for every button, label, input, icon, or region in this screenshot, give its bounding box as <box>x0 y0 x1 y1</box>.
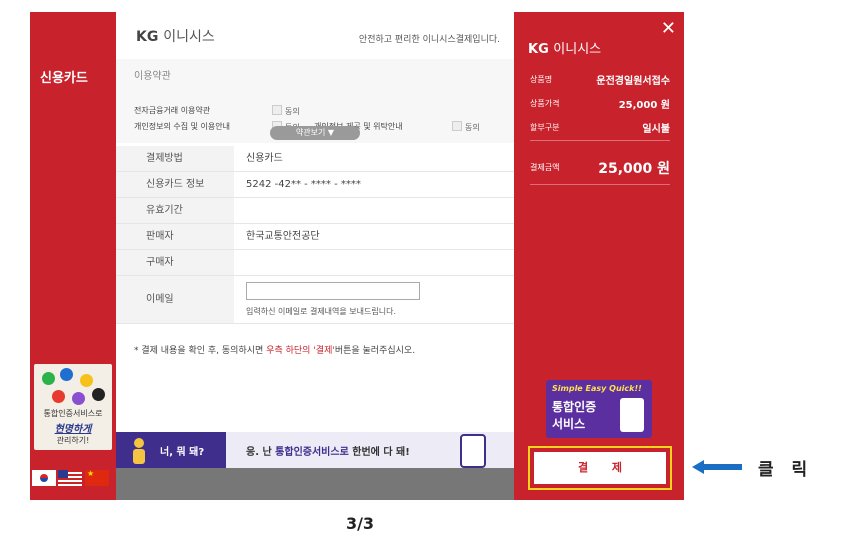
simple-ad-line3: 서비스 <box>552 417 586 431</box>
cert-ad-line2: 현명하게 <box>54 424 92 435</box>
bottom-bar <box>116 468 514 500</box>
close-icon[interactable]: ✕ <box>661 18 676 39</box>
simple-cert-ad[interactable]: Simple Easy Quick!! 통합인증 서비스 <box>546 380 652 438</box>
cert-ad-line1: 통합인증서비스로 <box>43 409 103 418</box>
kr-flag-icon[interactable] <box>32 470 56 486</box>
view-terms-button[interactable]: 약관보기 ▼ <box>270 126 360 140</box>
email-label: 이메일 <box>116 276 234 323</box>
row-label: 유효기간 <box>116 198 234 223</box>
header-tagline: 안전하고 편리한 이니시스결제입니다. <box>358 35 500 45</box>
row-value: 한국교통안전공단 <box>246 231 320 242</box>
cert-service-icons <box>40 368 106 408</box>
price-row: 상품가격 25,000 원 <box>530 99 670 111</box>
row-value: 5242 -42** - **** - **** <box>246 179 361 190</box>
table-row: 유효기간 <box>116 198 514 224</box>
pay-button[interactable]: 결 제 <box>534 452 666 484</box>
person-icon <box>133 438 145 464</box>
term-privacy-collect: 개인정보의 수집 및 이용안내 <box>134 122 230 131</box>
email-input[interactable] <box>246 282 420 300</box>
page-indicator: 3/3 <box>345 514 375 533</box>
table-row: 판매자 한국교통안전공단 <box>116 224 514 250</box>
table-row-email: 이메일 입력하신 이메일로 결제내역을 보내드립니다. <box>116 276 514 324</box>
table-row: 신용카드 정보 5242 -42** - **** - **** <box>116 172 514 198</box>
brand-logo: KG 이니시스 <box>136 29 215 45</box>
term-ecommerce: 전자금융거래 이용약관 <box>134 106 211 115</box>
simple-ad-line2: 통합인증 <box>552 400 597 414</box>
row-value: 신용카드 <box>246 153 283 164</box>
agree-checkbox-ecommerce[interactable]: 동의 <box>272 105 300 117</box>
order-summary-panel: ✕ KG 이니시스 상품명 운전경일원서접수 상품가격 25,000 원 할부구분 일… <box>514 12 684 500</box>
email-note: 입력하신 이메일로 결제내역을 보내드립니다. <box>246 307 397 316</box>
product-row: 상품명 운전경일원서접수 <box>530 75 670 87</box>
us-flag-icon[interactable] <box>58 470 82 486</box>
installment-row: 할부구분 일시불 <box>530 123 670 135</box>
payment-info-table: 결제방법 신용카드 신용카드 정보 5242 -42** - **** - **… <box>116 146 514 324</box>
click-annotation: 클 릭 <box>758 460 814 480</box>
summary-divider <box>530 140 670 141</box>
simple-ad-line1: Simple Easy Quick!! <box>552 384 642 393</box>
row-label: 신용카드 정보 <box>116 172 234 197</box>
terms-title: 이용약관 <box>134 71 171 82</box>
phone-icon <box>620 398 644 432</box>
banner-left: 너, 뭐 돼? <box>116 432 226 468</box>
banner-right-text: 응. 난 통합인증서비스로 한번에 다 돼! <box>246 447 410 458</box>
total-row: 결제금액 25,000 원 <box>530 161 670 177</box>
agree-checkbox-privacy-provide[interactable]: 동의 <box>452 121 480 133</box>
table-row: 구매자 <box>116 250 514 276</box>
cert-service-ad[interactable]: 통합인증서비스로 현명하게 관리하기! <box>34 364 112 450</box>
summary-brand-logo: KG 이니시스 <box>528 42 602 57</box>
payment-form: KG 이니시스 안전하고 편리한 이니시스결제입니다. 이용약관 전자금융거래 … <box>116 12 514 500</box>
language-selector <box>30 467 116 487</box>
banner-left-text: 너, 뭐 돼? <box>160 447 205 458</box>
summary-divider <box>530 184 670 185</box>
table-row: 결제방법 신용카드 <box>116 146 514 172</box>
phone-icon <box>460 434 486 468</box>
payment-notice: * 결제 내용을 확인 후, 동의하시면 우측 하단의 '결제'버튼을 눌러주십… <box>134 346 416 356</box>
left-panel: 신용카드 통합인증서비스로 현명하게 관리하기! <box>30 12 116 500</box>
payment-method-title: 신용카드 <box>40 71 88 86</box>
cert-service-banner[interactable]: 너, 뭐 돼? 응. 난 통합인증서비스로 한번에 다 돼! <box>116 432 514 468</box>
row-label: 판매자 <box>116 224 234 249</box>
arrow-left-icon <box>692 460 742 474</box>
row-label: 구매자 <box>116 250 234 275</box>
row-label: 결제방법 <box>116 146 234 171</box>
cert-ad-line3: 관리하기! <box>56 436 90 445</box>
cn-flag-icon[interactable] <box>85 469 109 486</box>
